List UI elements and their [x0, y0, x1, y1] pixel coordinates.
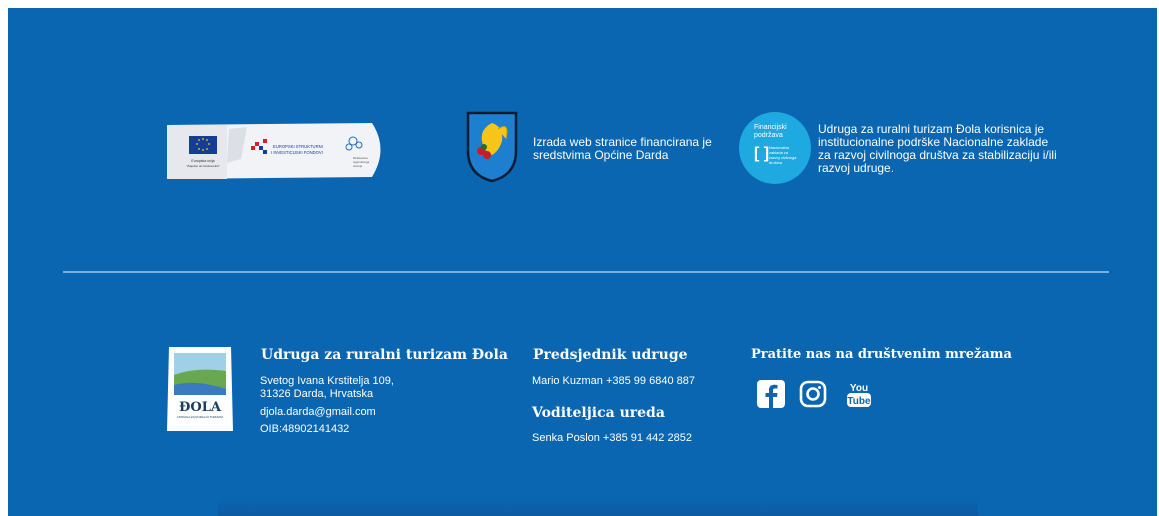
svg-text:Europska unija: Europska unija: [191, 159, 214, 163]
badge-small-text: Nacionalna zaklada za razvoj civilnoga d…: [769, 145, 797, 165]
svg-text:I INVESTICIJSKI FONDOVI: I INVESTICIJSKI FONDOVI: [271, 150, 323, 155]
djola-stamp-logo: ĐOLA UDRUGA ZA RURALNI TURIZAM: [167, 347, 233, 431]
organization-oib: OIB:48902141432: [260, 423, 350, 435]
president-title: Predsjednik udruge: [533, 347, 688, 363]
organization-address: Svetog Ivana Krstitelja 109, 31326 Darda…: [260, 375, 394, 400]
bracket-logo-icon: [ ]: [754, 145, 770, 162]
svg-text:EUROPSKI STRUKTURNI: EUROPSKI STRUKTURNI: [273, 144, 323, 149]
svg-text:"Zajedno do fondova EU": "Zajedno do fondova EU": [186, 164, 220, 168]
manager-title: Voditeljica ureda: [532, 405, 665, 421]
organization-title: Udruga za ruralni turizam Đola: [261, 347, 508, 363]
svg-text:You: You: [850, 383, 868, 394]
facebook-icon[interactable]: [756, 379, 786, 409]
instagram-icon[interactable]: [798, 379, 828, 409]
darda-coat-of-arms-icon: [466, 111, 518, 183]
badge-line1: Financijski: [754, 124, 787, 131]
footer-divider: [63, 271, 1109, 273]
youtube-icon[interactable]: You Tube: [844, 379, 874, 409]
nzcd-badge-icon: Financijski podržava [ ] Nacionalna zakl…: [739, 112, 811, 184]
svg-text:ĐOLA: ĐOLA: [179, 400, 222, 415]
svg-text:UDRUGA ZA RURALNI TURIZAM: UDRUGA ZA RURALNI TURIZAM: [177, 415, 223, 419]
darda-funding-text: Izrada web stranice financirana je sreds…: [533, 135, 712, 162]
manager-contact: Senka Poslon +385 91 442 2852: [532, 432, 692, 444]
footer-bottom-shade: [218, 498, 978, 516]
badge-line2: podržava: [754, 132, 783, 139]
svg-text:razvoja: razvoja: [353, 164, 362, 168]
svg-text:Tube: Tube: [847, 396, 871, 407]
organization-details: Svetog Ivana Krstitelja 109, 31326 Darda…: [260, 375, 394, 436]
president-contact: Mario Kuzman +385 99 6840 887: [532, 375, 695, 387]
organization-email-link[interactable]: djola.darda@gmail.com: [260, 406, 394, 419]
social-title: Pratite nas na društvenim mrežama: [751, 347, 1012, 362]
site-footer: Europska unija "Zajedno do fondova EU" E…: [8, 8, 1157, 516]
nzcd-support-text: Udruga za ruralni turizam Đola korisnica…: [818, 122, 1057, 175]
eu-funds-banner: Europska unija "Zajedno do fondova EU" E…: [167, 123, 381, 179]
